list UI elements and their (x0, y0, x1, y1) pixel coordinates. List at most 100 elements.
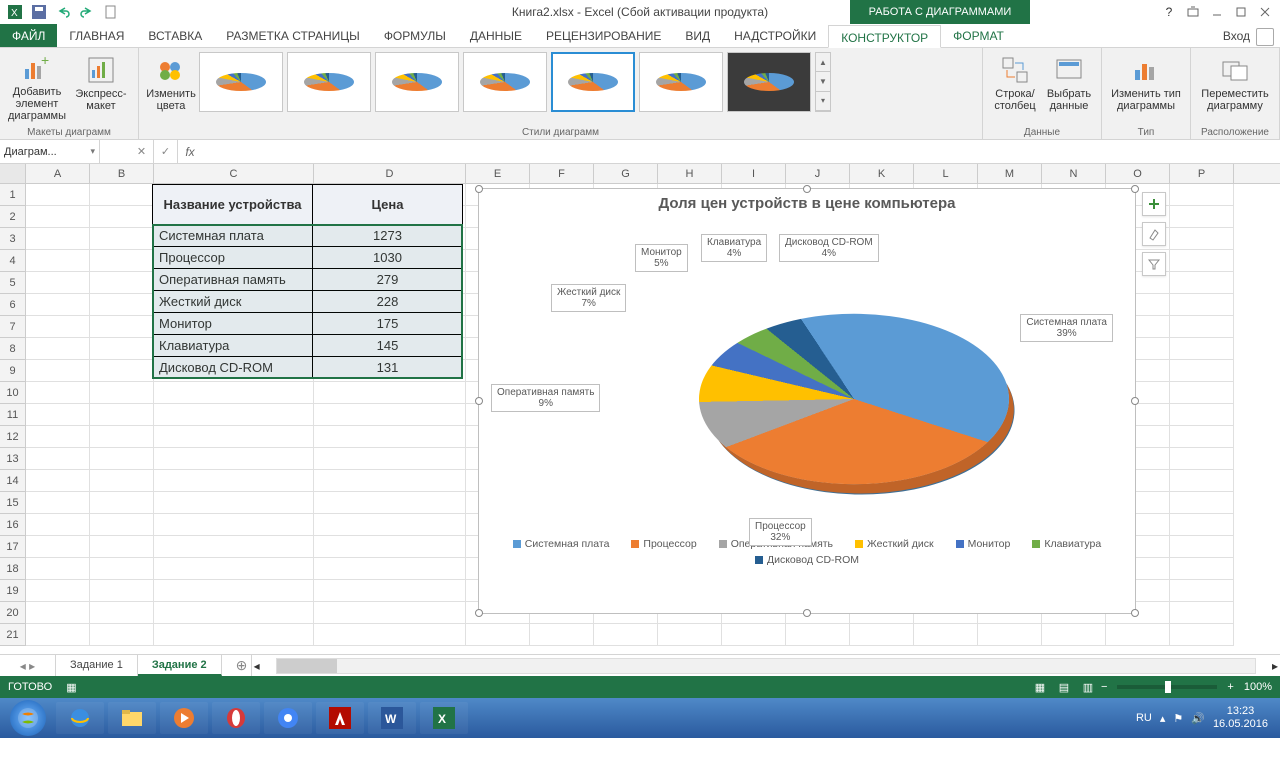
row-header[interactable]: 9 (0, 360, 26, 382)
cell[interactable] (154, 470, 314, 492)
cell[interactable] (26, 492, 90, 514)
cell[interactable] (90, 294, 154, 316)
cell[interactable] (914, 624, 978, 646)
pie-3d[interactable] (655, 290, 1052, 509)
zoom-percent[interactable]: 100% (1244, 681, 1272, 693)
row-header[interactable]: 4 (0, 250, 26, 272)
cell-price[interactable]: 1030 (313, 247, 463, 269)
sign-in[interactable]: Вход (1213, 24, 1280, 47)
row-header[interactable]: 21 (0, 624, 26, 646)
gallery-down-icon[interactable]: ▼ (816, 72, 830, 91)
col-header[interactable]: F (530, 164, 594, 183)
cell[interactable] (26, 382, 90, 404)
page-layout-view-icon[interactable]: ▤ (1053, 678, 1075, 696)
cell[interactable] (1170, 404, 1234, 426)
chart-object[interactable]: Доля цен устройств в цене компьютера Сис… (478, 188, 1136, 614)
cell[interactable] (26, 580, 90, 602)
cell[interactable] (90, 602, 154, 624)
cell[interactable] (1170, 536, 1234, 558)
plot-area[interactable]: Системная плата39% Процессор32% Оператив… (479, 214, 1135, 534)
chart-style-7[interactable] (727, 52, 811, 112)
cell[interactable] (1042, 624, 1106, 646)
change-chart-type-button[interactable]: Изменить тип диаграммы (1108, 52, 1184, 122)
row-header[interactable]: 11 (0, 404, 26, 426)
row-header[interactable]: 19 (0, 580, 26, 602)
cell[interactable] (90, 536, 154, 558)
taskbar-chrome-icon[interactable] (264, 702, 312, 734)
chart-style-5[interactable] (551, 52, 635, 112)
cell-price[interactable]: 131 (313, 357, 463, 379)
cell[interactable] (1170, 492, 1234, 514)
tab-format[interactable]: ФОРМАТ (941, 24, 1016, 47)
cell[interactable] (1170, 382, 1234, 404)
row-header[interactable]: 1 (0, 184, 26, 206)
undo-icon[interactable] (52, 1, 74, 23)
maximize-icon[interactable] (1230, 1, 1252, 23)
cell[interactable] (1170, 184, 1234, 206)
cell[interactable] (314, 404, 466, 426)
cell[interactable] (26, 294, 90, 316)
cell-device[interactable]: Клавиатура (153, 335, 313, 357)
cell[interactable] (594, 624, 658, 646)
cell[interactable] (90, 316, 154, 338)
cell[interactable] (154, 514, 314, 536)
macro-record-icon[interactable]: ▦ (66, 681, 76, 694)
col-header[interactable]: O (1106, 164, 1170, 183)
cell-device[interactable]: Дисковод CD-ROM (153, 357, 313, 379)
zoom-slider[interactable] (1117, 685, 1217, 689)
excel-icon[interactable]: X (4, 1, 26, 23)
quick-layout-button[interactable]: Экспресс-макет (70, 52, 132, 122)
cell[interactable] (154, 448, 314, 470)
cell[interactable] (26, 558, 90, 580)
gallery-up-icon[interactable]: ▲ (816, 53, 830, 72)
redo-icon[interactable] (76, 1, 98, 23)
taskbar-media-icon[interactable] (160, 702, 208, 734)
cell[interactable] (314, 536, 466, 558)
col-header[interactable]: H (658, 164, 722, 183)
chart-styles-button[interactable] (1142, 222, 1166, 246)
tab-review[interactable]: РЕЦЕНЗИРОВАНИЕ (534, 24, 673, 47)
chart-style-2[interactable] (287, 52, 371, 112)
cell[interactable] (154, 624, 314, 646)
tab-view[interactable]: ВИД (673, 24, 722, 47)
cell[interactable] (314, 624, 466, 646)
cell-device[interactable]: Жесткий диск (153, 291, 313, 313)
cell[interactable] (90, 382, 154, 404)
cell[interactable] (26, 514, 90, 536)
cell[interactable] (314, 558, 466, 580)
cell[interactable] (314, 426, 466, 448)
chart-filter-button[interactable] (1142, 252, 1166, 276)
cell[interactable] (1170, 602, 1234, 624)
tray-clock[interactable]: 13:2316.05.2016 (1213, 705, 1268, 731)
taskbar-adobe-icon[interactable] (316, 702, 364, 734)
cell[interactable] (154, 382, 314, 404)
legend-item[interactable]: Процессор (631, 538, 696, 550)
cell[interactable] (1170, 624, 1234, 646)
cell[interactable] (154, 426, 314, 448)
legend-item[interactable]: Системная плата (513, 538, 610, 550)
tray-volume-icon[interactable]: 🔊 (1191, 712, 1205, 725)
zoom-in-icon[interactable]: + (1227, 681, 1233, 693)
cell[interactable] (314, 492, 466, 514)
close-icon[interactable] (1254, 1, 1276, 23)
cell[interactable] (90, 184, 154, 206)
cell[interactable] (786, 624, 850, 646)
cell[interactable] (26, 536, 90, 558)
chart-style-6[interactable] (639, 52, 723, 112)
cell-price[interactable]: 175 (313, 313, 463, 335)
move-chart-button[interactable]: Переместить диаграмму (1197, 52, 1273, 122)
cell[interactable] (314, 514, 466, 536)
col-header[interactable]: D (314, 164, 466, 183)
chart-elements-button[interactable] (1142, 192, 1166, 216)
cell[interactable] (1170, 470, 1234, 492)
legend-item[interactable]: Дисковод CD-ROM (755, 554, 859, 566)
col-header[interactable]: M (978, 164, 1042, 183)
name-box[interactable]: Диаграм... (0, 140, 100, 163)
new-doc-icon[interactable] (100, 1, 122, 23)
cell[interactable] (90, 272, 154, 294)
tab-home[interactable]: ГЛАВНАЯ (57, 24, 136, 47)
cell[interactable] (26, 404, 90, 426)
cell[interactable] (90, 558, 154, 580)
page-break-view-icon[interactable]: ▥ (1077, 678, 1099, 696)
minimize-icon[interactable] (1206, 1, 1228, 23)
